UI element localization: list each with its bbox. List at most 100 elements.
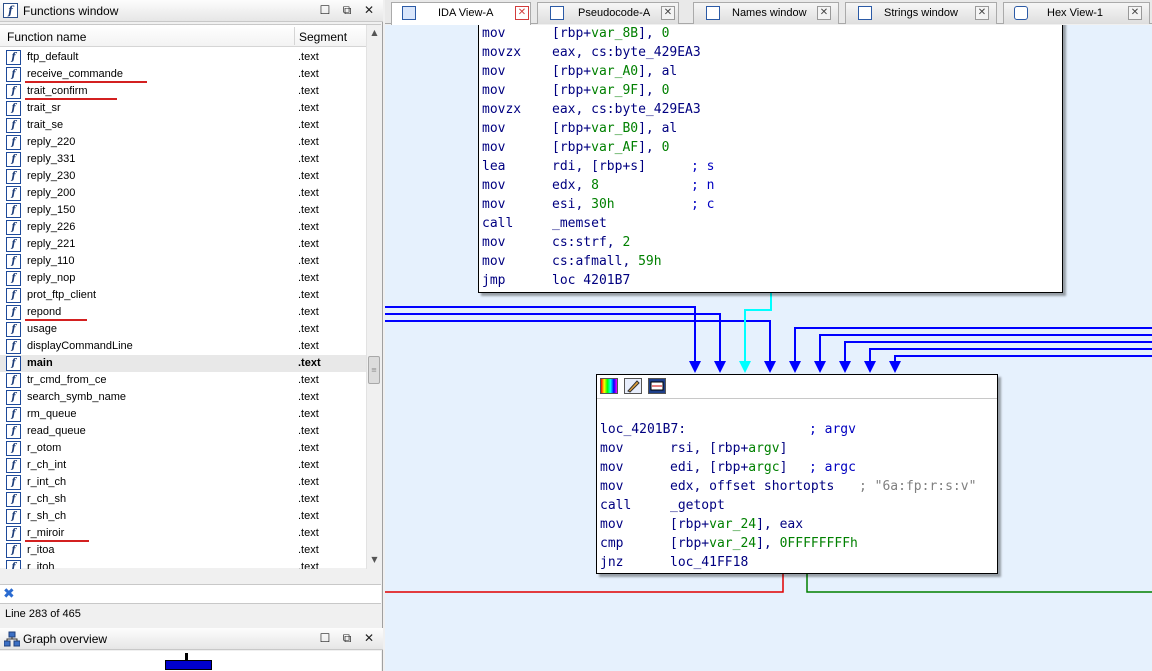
function-row[interactable]: f usage .text (0, 321, 366, 338)
scroll-thumb[interactable]: ≡ (368, 356, 380, 384)
column-divider[interactable] (294, 27, 295, 45)
asm-operands: rdi, [rbp+s] (552, 159, 646, 174)
tab-names-window[interactable]: Names window ✕ (693, 2, 839, 24)
function-row[interactable]: f reply_221 .text (0, 236, 366, 253)
function-name: reply_230 (27, 170, 76, 182)
function-name: search_symb_name (27, 391, 127, 403)
function-row[interactable]: f r_ch_int .text (0, 457, 366, 474)
asm-mnemonic: mov (600, 460, 624, 475)
asm-mnemonic: cmp (600, 536, 624, 551)
tab-strings-window[interactable]: Strings window ✕ (845, 2, 997, 24)
function-icon: f (6, 237, 21, 252)
filter-bar[interactable]: ✖ (0, 584, 381, 604)
asm-label[interactable]: loc_4201B7: (600, 420, 686, 439)
functions-list-header: Function name Segment (0, 25, 366, 47)
function-row[interactable]: f r_itoa .text (0, 542, 366, 559)
function-name: reply_nop (27, 272, 76, 284)
function-segment: .text (298, 493, 319, 505)
vertical-scrollbar[interactable]: ▲ ≡ ▼ (366, 25, 381, 569)
asm-mnemonic: mov (600, 441, 624, 456)
function-segment: .text (298, 170, 319, 182)
color-palette-icon[interactable] (600, 378, 618, 394)
asm-operands: [rbp+var_24], eax (670, 517, 804, 532)
function-row[interactable]: f r_ch_sh .text (0, 491, 366, 508)
function-name: reply_226 (27, 221, 76, 233)
close-tab-icon[interactable]: ✕ (817, 6, 831, 20)
function-row[interactable]: f trait_se .text (0, 117, 366, 134)
restore-button[interactable]: ⧉ (340, 631, 354, 645)
asm-comment: ; "6a:fp:r:s:v" (859, 479, 977, 494)
function-row[interactable]: f receive_commande .text (0, 66, 366, 83)
asm-mnemonic: mov (482, 254, 506, 269)
function-row[interactable]: f displayCommandLine .text (0, 338, 366, 355)
group-nodes-icon[interactable] (648, 378, 666, 394)
function-icon: f (6, 203, 21, 218)
column-header-segment[interactable]: Segment (299, 30, 347, 44)
function-row[interactable]: f r_miroir .text (0, 525, 366, 542)
function-name: r_itoh (27, 561, 55, 569)
function-row[interactable]: f prot_ftp_client .text (0, 287, 366, 304)
function-row[interactable]: f trait_sr .text (0, 100, 366, 117)
function-segment: .text (298, 68, 319, 80)
function-segment: .text (298, 153, 319, 165)
function-row[interactable]: f reply_nop .text (0, 270, 366, 287)
tab-ida-view-a[interactable]: IDA View-A ✕ (391, 2, 531, 25)
float-button[interactable]: ☐ (318, 3, 332, 17)
function-icon: f (6, 441, 21, 456)
function-row[interactable]: f reply_150 .text (0, 202, 366, 219)
function-name: reply_331 (27, 153, 76, 165)
scroll-up-arrow-icon[interactable]: ▲ (367, 25, 382, 40)
graph-view[interactable]: mov [rbp+var_8B], 0 movzx eax, cs:byte_429E… (385, 25, 1152, 671)
scroll-down-arrow-icon[interactable]: ▼ (367, 552, 382, 567)
edge-blue (894, 355, 1152, 365)
function-row[interactable]: f r_itoh .text (0, 559, 366, 569)
function-row[interactable]: f repond .text (0, 304, 366, 321)
function-row[interactable]: f reply_331 .text (0, 151, 366, 168)
asm-mnemonic: mov (482, 140, 506, 155)
function-icon: f (6, 322, 21, 337)
close-tab-icon[interactable]: ✕ (515, 6, 529, 20)
function-row[interactable]: f reply_226 .text (0, 219, 366, 236)
close-icon[interactable]: ✕ (362, 631, 376, 645)
function-row[interactable]: f read_queue .text (0, 423, 366, 440)
function-row[interactable]: f r_sh_ch .text (0, 508, 366, 525)
clear-filter-icon[interactable]: ✖ (3, 586, 15, 602)
graph-overview-canvas[interactable] (0, 651, 381, 671)
code-block-1[interactable]: mov [rbp+var_8B], 0 movzx eax, cs:byte_429E… (478, 25, 1063, 293)
function-row[interactable]: f search_symb_name .text (0, 389, 366, 406)
function-segment: .text (298, 323, 319, 335)
status-line: Line 283 of 465 (5, 608, 81, 620)
function-row[interactable]: f r_int_ch .text (0, 474, 366, 491)
functions-rows: f ftp_default .text f receive_commande .text f… (0, 49, 366, 569)
code-block-2[interactable]: loc_4201B7: ; argv mov rsi, [rbp+argv] mov ed… (596, 374, 998, 574)
close-tab-icon[interactable]: ✕ (661, 6, 675, 20)
function-row[interactable]: f reply_230 .text (0, 168, 366, 185)
asm-comment: ; argc (809, 460, 856, 475)
function-segment: .text (298, 306, 319, 318)
function-row[interactable]: f tr_cmd_from_ce .text (0, 372, 366, 389)
edit-node-icon[interactable] (624, 378, 642, 394)
close-icon[interactable]: ✕ (362, 3, 376, 17)
close-tab-icon[interactable]: ✕ (975, 6, 989, 20)
function-row[interactable]: f reply_220 .text (0, 134, 366, 151)
tab-hex-view-1[interactable]: Hex View-1 ✕ (1003, 2, 1150, 24)
close-tab-icon[interactable]: ✕ (1128, 6, 1142, 20)
asm-mnemonic: mov (600, 479, 624, 494)
float-button[interactable]: ☐ (318, 631, 332, 645)
edge-green (806, 574, 1152, 593)
asm-operands: edx, 8 (552, 178, 599, 193)
tab-pseudocode-a[interactable]: Pseudocode-A ✕ (537, 2, 679, 24)
node-toolbar (597, 375, 997, 399)
restore-button[interactable]: ⧉ (340, 3, 354, 17)
function-row[interactable]: f trait_confirm .text (0, 83, 366, 100)
function-row[interactable]: f reply_110 .text (0, 253, 366, 270)
function-segment: .text (298, 408, 319, 420)
function-row[interactable]: f r_otom .text (0, 440, 366, 457)
function-row[interactable]: f ftp_default .text (0, 49, 366, 66)
graph-overview-titlebar: Graph overview ☐ ⧉ ✕ (0, 628, 383, 650)
column-header-function-name[interactable]: Function name (7, 30, 86, 44)
overview-viewport[interactable] (165, 660, 212, 670)
function-row[interactable]: f main .text (0, 355, 366, 372)
function-row[interactable]: f rm_queue .text (0, 406, 366, 423)
function-row[interactable]: f reply_200 .text (0, 185, 366, 202)
